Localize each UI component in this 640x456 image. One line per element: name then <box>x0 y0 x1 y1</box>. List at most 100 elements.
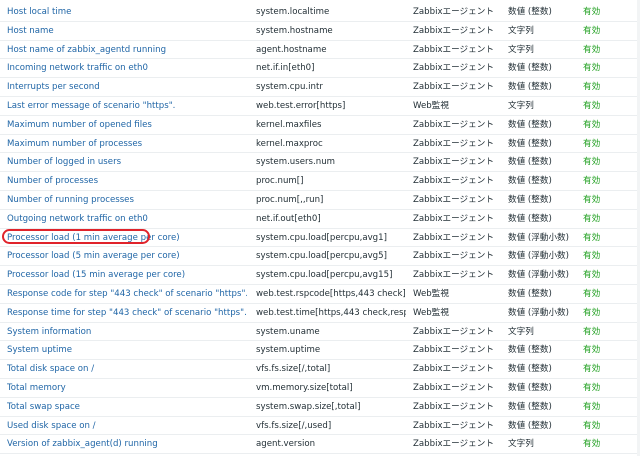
item-status-link[interactable]: 有効 <box>583 304 623 322</box>
item-status-link[interactable]: 有効 <box>583 116 623 134</box>
item-name-link[interactable]: Outgoing network traffic on eth0 <box>7 210 247 228</box>
table-row: Incoming network traffic on eth0 net.if.i… <box>0 59 640 79</box>
item-name-link[interactable]: Host name of zabbix_agentd running <box>7 41 247 59</box>
item-name-link[interactable]: Number of processes <box>7 172 247 190</box>
table-row: Host name of zabbix_agentd running agent.… <box>0 41 640 60</box>
table-row: System information system.uname Zabbixエージェ… <box>0 323 640 342</box>
table-row: Processor load (1 min average per core) s… <box>0 229 640 248</box>
item-key: agent.hostname <box>256 44 327 55</box>
item-status-link[interactable]: 有効 <box>583 22 623 40</box>
item-type: Zabbixエージェント <box>413 439 494 450</box>
item-name-link[interactable]: Host name <box>7 22 247 40</box>
item-info-type: 数値 (整数) <box>508 213 552 224</box>
item-name-link[interactable]: Interrupts per second <box>7 78 247 96</box>
item-name-link[interactable]: System information <box>7 323 247 341</box>
item-status-link[interactable]: 有効 <box>583 360 623 378</box>
item-key: system.cpu.load[percpu,avg1] <box>256 232 387 243</box>
item-name-link[interactable]: Incoming network traffic on eth0 <box>7 59 247 77</box>
item-type: Zabbixエージェント <box>413 364 494 375</box>
item-key: vm.memory.size[total] <box>256 383 353 393</box>
item-key: proc.num[] <box>256 176 304 187</box>
item-name-link[interactable]: Total memory <box>7 379 247 397</box>
item-key: web.test.time[https,443 check,resp] <box>256 307 406 318</box>
item-name-link[interactable]: Used disk space on / <box>7 417 247 435</box>
item-type: Zabbixエージェント <box>413 401 494 412</box>
item-key: system.hostname <box>256 25 333 36</box>
item-status-link[interactable]: 有効 <box>583 323 623 341</box>
table-row: Total swap space system.swap.size[,total]… <box>0 398 640 417</box>
item-type: Zabbixエージェント <box>413 326 494 337</box>
item-status-link[interactable]: 有効 <box>583 191 623 209</box>
item-type: Web監視 <box>413 289 449 299</box>
item-status-link[interactable]: 有効 <box>583 285 623 303</box>
item-type: Zabbixエージェント <box>413 7 494 17</box>
item-name-link[interactable]: Total swap space <box>7 398 247 416</box>
item-info-type: 文字列 <box>508 44 534 55</box>
item-name-link[interactable]: Processor load (15 min average per core) <box>7 266 247 284</box>
item-name-link[interactable]: Processor load (1 min average per core) <box>7 229 247 247</box>
item-status-link[interactable]: 有効 <box>583 417 623 435</box>
item-info-type: 文字列 <box>508 101 534 111</box>
item-status-link[interactable]: 有効 <box>583 41 623 59</box>
item-status-link[interactable]: 有効 <box>583 153 623 171</box>
table-row: Processor load (15 min average per core)… <box>0 266 640 285</box>
item-name-link[interactable]: Version of zabbix_agent(d) running <box>7 435 247 453</box>
table-row: Processor load (5 min average per core) s… <box>0 247 640 267</box>
table-row: Maximum number of processes kernel.maxpro… <box>0 135 640 154</box>
item-type: Zabbixエージェント <box>413 420 494 431</box>
item-info-type: 数値 (浮動小数) <box>508 232 569 243</box>
item-name-link[interactable]: Maximum number of opened files <box>7 116 247 134</box>
item-name-link[interactable]: Number of logged in users <box>7 153 247 171</box>
table-row: Outgoing network traffic on eth0 net.if.o… <box>0 210 640 229</box>
item-status-link[interactable]: 有効 <box>583 398 623 416</box>
item-status-link[interactable]: 有効 <box>583 435 623 453</box>
item-info-type: 文字列 <box>508 326 534 337</box>
item-info-type: 数値 (整数) <box>508 138 552 149</box>
item-info-type: 文字列 <box>508 25 534 36</box>
item-status-link[interactable]: 有効 <box>583 229 623 247</box>
item-key: proc.num[,,run] <box>256 195 324 205</box>
item-name-link[interactable]: Maximum number of processes <box>7 135 247 153</box>
item-status-link[interactable]: 有効 <box>583 3 623 21</box>
item-status-link[interactable]: 有効 <box>583 172 623 190</box>
table-row: Interrupts per second system.cpu.intr Zabb… <box>0 78 640 97</box>
item-status-link[interactable]: 有効 <box>583 78 623 96</box>
item-name-link[interactable]: Response time for step "443 check" of sc… <box>7 304 247 322</box>
item-name-link[interactable]: Processor load (5 min average per core) <box>7 247 247 265</box>
item-name-link[interactable]: System uptime <box>7 341 247 359</box>
table-row: Number of running processes proc.num[,,ru… <box>0 191 640 210</box>
item-name-link[interactable]: Host local time <box>7 3 247 21</box>
item-info-type: 数値 (整数) <box>508 119 552 130</box>
item-key: agent.version <box>256 439 316 450</box>
item-status-link[interactable]: 有効 <box>583 341 623 359</box>
item-status-link[interactable]: 有効 <box>583 266 623 284</box>
item-status-link[interactable]: 有効 <box>583 59 623 77</box>
item-type: Zabbixエージェント <box>413 345 494 356</box>
item-status-link[interactable]: 有効 <box>583 210 623 228</box>
item-type: Zabbixエージェント <box>413 232 494 243</box>
item-name-link[interactable]: Response code for step "443 check" of sc… <box>7 285 247 303</box>
table-row: Response time for step "443 check" of sc… <box>0 304 640 323</box>
item-status-link[interactable]: 有効 <box>583 379 623 397</box>
item-type: Web監視 <box>413 307 449 318</box>
item-name-link[interactable]: Last error message of scenario "https". <box>7 97 247 115</box>
item-info-type: 文字列 <box>508 439 534 450</box>
item-name-link[interactable]: Total disk space on / <box>7 360 247 378</box>
item-key: net.if.in[eth0] <box>256 63 315 74</box>
item-info-type: 数値 (整数) <box>508 401 552 412</box>
item-type: Zabbixエージェント <box>413 138 494 149</box>
item-status-link[interactable]: 有効 <box>583 135 623 153</box>
item-key: system.localtime <box>256 7 330 17</box>
item-key: system.cpu.load[percpu,avg5] <box>256 251 387 262</box>
item-key: system.users.num <box>256 157 336 168</box>
item-name-link[interactable]: Number of running processes <box>7 191 247 209</box>
item-key: web.test.rspcode[https,443 check] <box>256 289 406 299</box>
item-key: system.cpu.load[percpu,avg15] <box>256 270 393 281</box>
item-type: Web監視 <box>413 101 449 111</box>
item-key: system.swap.size[,total] <box>256 401 361 412</box>
item-info-type: 数値 (整数) <box>508 7 552 17</box>
item-key: vfs.fs.size[/,used] <box>256 420 332 431</box>
item-key: system.uptime <box>256 345 321 356</box>
item-status-link[interactable]: 有効 <box>583 97 623 115</box>
item-status-link[interactable]: 有効 <box>583 247 623 265</box>
